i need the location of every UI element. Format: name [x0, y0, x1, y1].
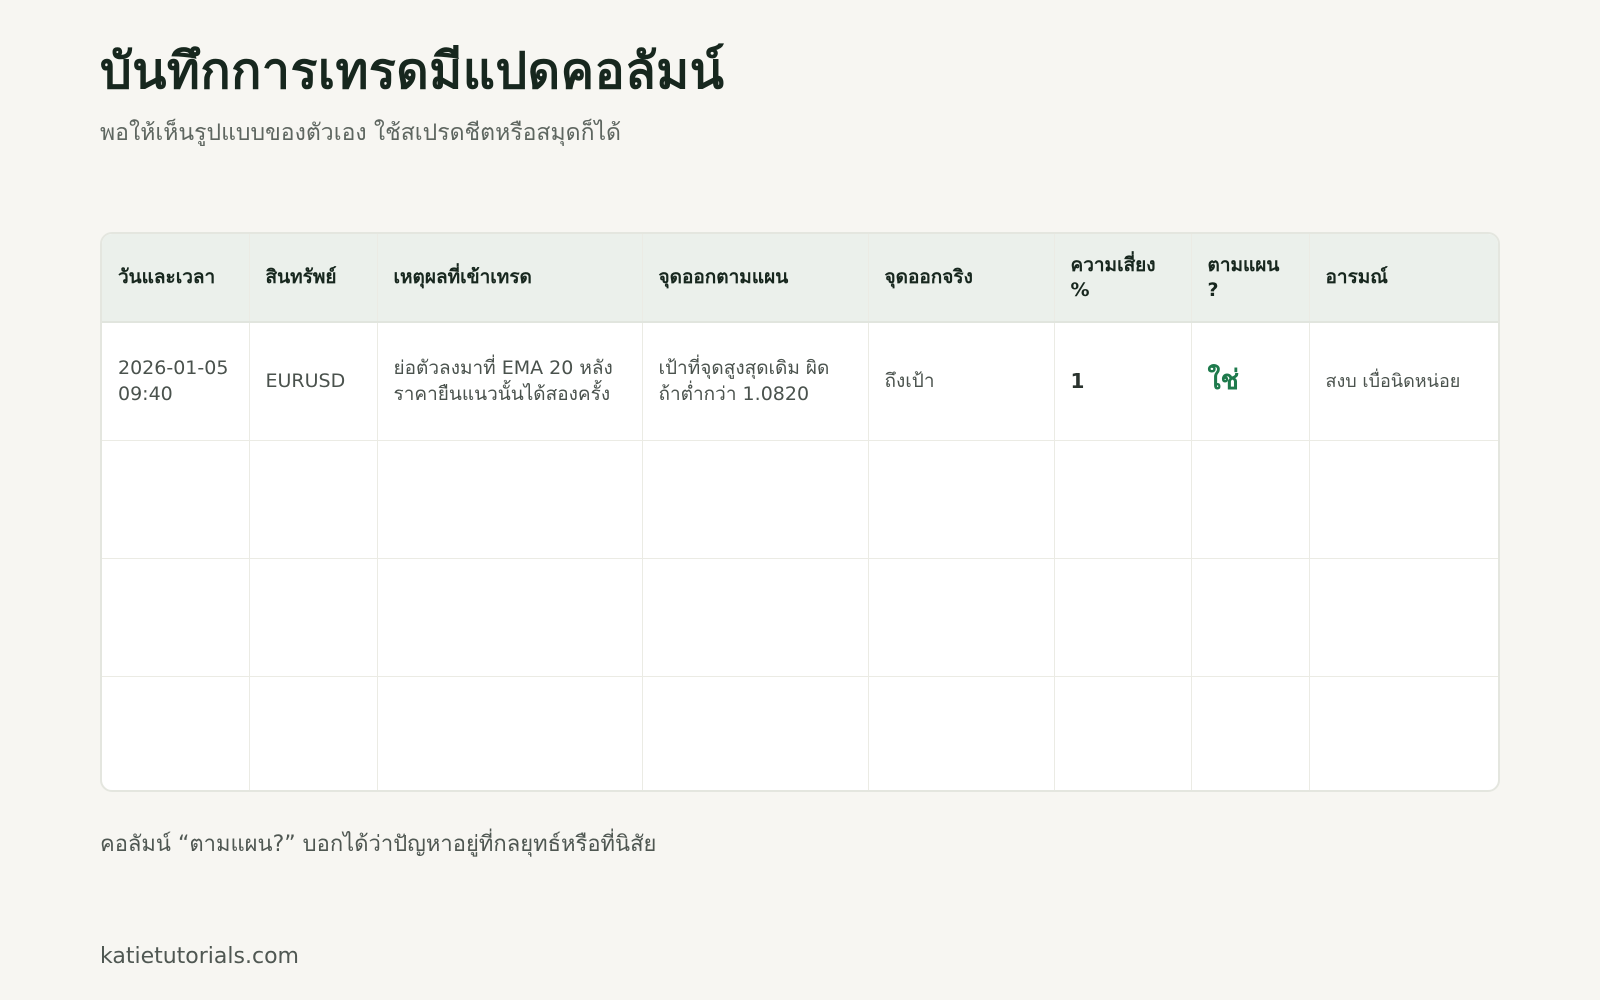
page-title: บันทึกการเทรดมีแปดคอลัมน์	[100, 42, 725, 100]
cell-datetime	[102, 558, 250, 677]
cell-asset	[249, 676, 378, 790]
cell-followed-plan	[1191, 558, 1310, 677]
cell-datetime	[102, 440, 250, 559]
cell-emotion	[1309, 676, 1498, 790]
cell-planned-exit: เป้าที่จุดสูงสุดเดิม ผิดถ้าต่ำกว่า 1.082…	[642, 322, 869, 441]
table-row: 2026-01-05 09:40 EURUSD ย่อตัวลงมาที่ EM…	[102, 322, 1498, 441]
cell-risk	[1054, 676, 1192, 790]
cell-reason: ย่อตัวลงมาที่ EMA 20 หลังราคายืนแนวนั้นไ…	[377, 322, 643, 441]
cell-asset: EURUSD	[249, 322, 378, 441]
cell-risk	[1054, 440, 1192, 559]
cell-emotion	[1309, 558, 1498, 677]
cell-datetime: 2026-01-05 09:40	[102, 322, 250, 441]
cell-actual-exit	[868, 440, 1055, 559]
column-header-planned-exit: จุดออกตามแผน	[642, 234, 869, 323]
cell-asset	[249, 558, 378, 677]
cell-asset	[249, 440, 378, 559]
cell-reason	[377, 558, 643, 677]
cell-followed-plan	[1191, 440, 1310, 559]
trade-journal-table: วันและเวลา สินทรัพย์ เหตุผลที่เข้าเทรด จ…	[100, 232, 1500, 792]
column-header-asset: สินทรัพย์	[249, 234, 378, 323]
cell-reason	[377, 440, 643, 559]
cell-actual-exit	[868, 676, 1055, 790]
table-row	[102, 440, 1498, 559]
cell-followed-plan	[1191, 676, 1310, 790]
cell-planned-exit	[642, 676, 869, 790]
footnote: คอลัมน์ “ตามแผน?” บอกได้ว่าปัญหาอยู่ที่ก…	[100, 832, 657, 857]
cell-emotion: สงบ เบื่อนิดหน่อย	[1309, 322, 1498, 441]
column-header-risk: ความเสี่ยง %	[1054, 234, 1192, 323]
page-subtitle: พอให้เห็นรูปแบบของตัวเอง ใช้สเปรดชีตหรือ…	[100, 120, 621, 146]
cell-reason	[377, 676, 643, 790]
table-row	[102, 676, 1498, 790]
cell-planned-exit	[642, 440, 869, 559]
column-header-reason: เหตุผลที่เข้าเทรด	[377, 234, 643, 323]
column-header-actual-exit: จุดออกจริง	[868, 234, 1055, 323]
cell-emotion	[1309, 440, 1498, 559]
cell-actual-exit	[868, 558, 1055, 677]
cell-datetime	[102, 676, 250, 790]
column-header-followed-plan: ตามแผน ?	[1191, 234, 1310, 323]
cell-risk	[1054, 558, 1192, 677]
cell-followed-plan: ใช่	[1191, 322, 1310, 441]
cell-planned-exit	[642, 558, 869, 677]
table-header-row: วันและเวลา สินทรัพย์ เหตุผลที่เข้าเทรด จ…	[102, 234, 1498, 323]
table-row	[102, 558, 1498, 677]
column-header-datetime: วันและเวลา	[102, 234, 250, 323]
cell-actual-exit: ถึงเป้า	[868, 322, 1055, 441]
cell-risk: 1	[1054, 322, 1192, 441]
column-header-emotion: อารมณ์	[1309, 234, 1498, 323]
site-credit: katietutorials.com	[100, 944, 299, 969]
